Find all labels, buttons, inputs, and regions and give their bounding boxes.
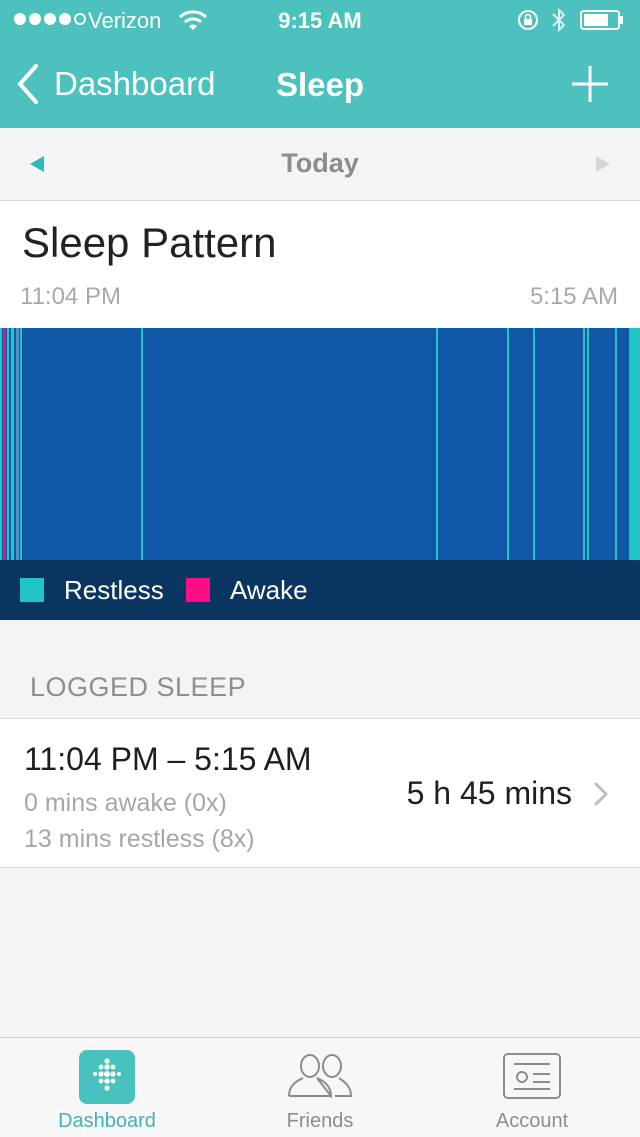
bluetooth-icon <box>552 7 566 33</box>
restless-stripe <box>629 328 640 560</box>
asleep-band <box>0 328 640 560</box>
logged-sleep-entry[interactable]: 11:04 PM – 5:15 AM 0 mins awake (0x) 13 … <box>0 718 640 868</box>
status-bar: Verizon 9:15 AM <box>0 0 640 40</box>
restless-stripe <box>436 328 438 560</box>
tab-label: Friends <box>286 1110 354 1132</box>
triangle-right-icon[interactable] <box>594 156 610 172</box>
legend-awake-label: Awake <box>230 575 308 605</box>
sleep-pattern-svg <box>0 328 640 560</box>
date-label: Today <box>281 148 359 178</box>
restless-stripe <box>533 328 535 560</box>
sleep-duration: 5 h 45 mins <box>406 775 572 811</box>
tab-label: Dashboard <box>58 1110 156 1132</box>
page-title: Sleep <box>275 66 365 103</box>
top-bar: Verizon 9:15 AM Dashboard Sleep <box>0 0 640 128</box>
tab-account[interactable]: Account <box>476 1038 588 1137</box>
sleep-pattern-card: Sleep Pattern 11:04 PM 5:15 AM <box>0 201 640 328</box>
awake-summary: 0 mins awake (0x) <box>24 789 227 817</box>
awake-stripe <box>3 328 6 560</box>
sleep-range: 11:04 PM – 5:15 AM <box>24 741 312 777</box>
awake-swatch <box>186 578 210 602</box>
tab-label: Account <box>495 1110 569 1132</box>
tab-friends[interactable]: Friends <box>265 1038 375 1137</box>
restless-stripe <box>507 328 509 560</box>
chevron-right-icon <box>594 782 609 806</box>
card-title: Sleep Pattern <box>22 219 277 266</box>
fitbit-dots-icon <box>79 1050 135 1104</box>
battery-icon <box>580 10 623 30</box>
sleep-pattern-chart <box>0 328 640 560</box>
plus-icon[interactable] <box>570 64 610 104</box>
chart-legend: Restless Awake <box>0 560 640 620</box>
restless-stripe <box>0 328 2 560</box>
restless-stripe <box>7 328 9 560</box>
status-time: 9:15 AM <box>278 8 362 33</box>
restless-stripe <box>583 328 585 560</box>
navigation-bar: Dashboard Sleep <box>0 40 640 128</box>
restless-stripe <box>615 328 617 560</box>
restless-swatch <box>20 578 44 602</box>
restless-stripe <box>20 328 22 560</box>
date-navigator: Today <box>0 128 640 201</box>
restless-stripe <box>587 328 589 560</box>
rotation-lock-icon <box>518 10 538 30</box>
logged-sleep-header: LOGGED SLEEP <box>30 672 247 702</box>
pattern-start-time: 11:04 PM <box>20 283 121 310</box>
tab-dashboard[interactable]: Dashboard <box>52 1038 162 1137</box>
restless-stripe <box>11 328 14 560</box>
restless-stripe <box>16 328 19 560</box>
legend-restless-label: Restless <box>64 575 164 605</box>
account-card-icon <box>503 1053 561 1099</box>
restless-summary: 13 mins restless (8x) <box>24 825 255 853</box>
restless-stripe <box>141 328 143 560</box>
friends-icon <box>288 1054 353 1099</box>
tab-bar: Dashboard Friends Account <box>0 1037 640 1137</box>
pattern-end-time: 5:15 AM <box>529 283 618 310</box>
